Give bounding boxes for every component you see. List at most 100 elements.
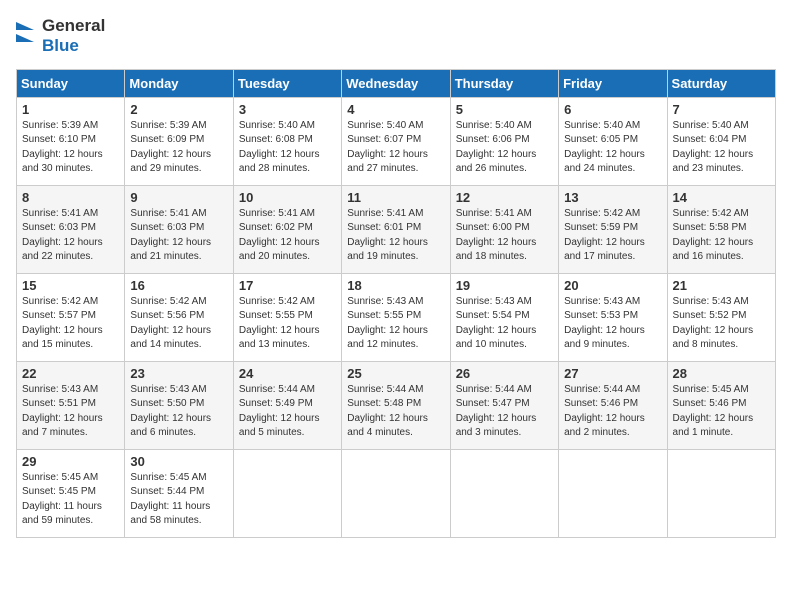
column-header-tuesday: Tuesday	[233, 69, 341, 97]
page-header: General Blue	[16, 16, 776, 57]
day-detail: Sunrise: 5:45 AM Sunset: 5:46 PM Dayligh…	[673, 383, 770, 441]
calendar-cell: 13Sunrise: 5:42 AM Sunset: 5:59 PM Dayli…	[559, 185, 667, 273]
calendar-cell: 1 Sunrise: 5:39 AM Sunset: 6:10 PM Daylig…	[17, 97, 125, 185]
day-number: 5	[456, 102, 553, 117]
logo-arrow-icon	[16, 22, 34, 50]
day-detail: Sunrise: 5:41 AM Sunset: 6:00 PM Dayligh…	[456, 207, 553, 265]
day-detail: Sunrise: 5:45 AM Sunset: 5:45 PM Dayligh…	[22, 471, 119, 529]
day-number: 4	[347, 102, 444, 117]
calendar-cell: 2 Sunrise: 5:39 AM Sunset: 6:09 PM Daylig…	[125, 97, 233, 185]
logo-blue-text: Blue	[42, 36, 105, 56]
day-detail: Sunrise: 5:43 AM Sunset: 5:51 PM Dayligh…	[22, 383, 119, 441]
day-number: 14	[673, 190, 770, 205]
day-detail: Sunrise: 5:40 AM Sunset: 6:08 PM Dayligh…	[239, 119, 336, 177]
day-number: 17	[239, 278, 336, 293]
day-detail: Sunrise: 5:40 AM Sunset: 6:07 PM Dayligh…	[347, 119, 444, 177]
calendar-cell: 4 Sunrise: 5:40 AM Sunset: 6:07 PM Daylig…	[342, 97, 450, 185]
day-number: 3	[239, 102, 336, 117]
calendar-week-row: 15 Sunrise: 5:42 AM Sunset: 5:57 PM Dayli…	[17, 273, 776, 361]
calendar-cell: 8 Sunrise: 5:41 AM Sunset: 6:03 PM Daylig…	[17, 185, 125, 273]
calendar-cell	[233, 449, 341, 537]
calendar-cell: 18 Sunrise: 5:43 AM Sunset: 5:55 PM Dayli…	[342, 273, 450, 361]
day-detail: Sunrise: 5:43 AM Sunset: 5:55 PM Dayligh…	[347, 295, 444, 353]
day-number: 7	[673, 102, 770, 117]
day-number: 11	[347, 190, 444, 205]
calendar-cell	[450, 449, 558, 537]
day-number: 8	[22, 190, 119, 205]
day-detail: Sunrise: 5:44 AM Sunset: 5:46 PM Dayligh…	[564, 383, 661, 441]
day-detail: Sunrise: 5:44 AM Sunset: 5:48 PM Dayligh…	[347, 383, 444, 441]
logo: General Blue	[16, 16, 105, 57]
calendar-week-row: 22 Sunrise: 5:43 AM Sunset: 5:51 PM Dayli…	[17, 361, 776, 449]
calendar-cell: 9 Sunrise: 5:41 AM Sunset: 6:03 PM Daylig…	[125, 185, 233, 273]
calendar-cell: 26 Sunrise: 5:44 AM Sunset: 5:47 PM Dayli…	[450, 361, 558, 449]
day-number: 1	[22, 102, 119, 117]
day-detail: Sunrise: 5:43 AM Sunset: 5:52 PM Dayligh…	[673, 295, 770, 353]
calendar-table: SundayMondayTuesdayWednesdayThursdayFrid…	[16, 69, 776, 538]
calendar-cell	[667, 449, 775, 537]
day-number: 19	[456, 278, 553, 293]
day-number: 27	[564, 366, 661, 381]
day-detail: Sunrise: 5:43 AM Sunset: 5:54 PM Dayligh…	[456, 295, 553, 353]
day-detail: Sunrise: 5:41 AM Sunset: 6:03 PM Dayligh…	[130, 207, 227, 265]
calendar-cell: 19 Sunrise: 5:43 AM Sunset: 5:54 PM Dayli…	[450, 273, 558, 361]
column-header-saturday: Saturday	[667, 69, 775, 97]
day-number: 12	[456, 190, 553, 205]
day-number: 22	[22, 366, 119, 381]
day-number: 10	[239, 190, 336, 205]
calendar-cell: 24 Sunrise: 5:44 AM Sunset: 5:49 PM Dayli…	[233, 361, 341, 449]
day-detail: Sunrise: 5:43 AM Sunset: 5:50 PM Dayligh…	[130, 383, 227, 441]
day-detail: Sunrise: 5:44 AM Sunset: 5:47 PM Dayligh…	[456, 383, 553, 441]
day-number: 26	[456, 366, 553, 381]
day-number: 25	[347, 366, 444, 381]
calendar-cell: 27 Sunrise: 5:44 AM Sunset: 5:46 PM Dayli…	[559, 361, 667, 449]
calendar-cell: 21 Sunrise: 5:43 AM Sunset: 5:52 PM Dayli…	[667, 273, 775, 361]
calendar-cell	[559, 449, 667, 537]
day-number: 23	[130, 366, 227, 381]
calendar-cell: 7 Sunrise: 5:40 AM Sunset: 6:04 PM Daylig…	[667, 97, 775, 185]
day-detail: Sunrise: 5:42 AM Sunset: 5:57 PM Dayligh…	[22, 295, 119, 353]
day-detail: Sunrise: 5:40 AM Sunset: 6:04 PM Dayligh…	[673, 119, 770, 177]
calendar-cell: 25 Sunrise: 5:44 AM Sunset: 5:48 PM Dayli…	[342, 361, 450, 449]
day-number: 29	[22, 454, 119, 469]
day-number: 21	[673, 278, 770, 293]
calendar-cell: 5 Sunrise: 5:40 AM Sunset: 6:06 PM Daylig…	[450, 97, 558, 185]
column-header-monday: Monday	[125, 69, 233, 97]
day-detail: Sunrise: 5:41 AM Sunset: 6:02 PM Dayligh…	[239, 207, 336, 265]
calendar-header-row: SundayMondayTuesdayWednesdayThursdayFrid…	[17, 69, 776, 97]
day-detail: Sunrise: 5:42 AM Sunset: 5:55 PM Dayligh…	[239, 295, 336, 353]
day-detail: Sunrise: 5:42 AM Sunset: 5:56 PM Dayligh…	[130, 295, 227, 353]
day-number: 6	[564, 102, 661, 117]
day-detail: Sunrise: 5:40 AM Sunset: 6:05 PM Dayligh…	[564, 119, 661, 177]
logo-general-text: General	[42, 16, 105, 36]
day-number: 28	[673, 366, 770, 381]
calendar-cell: 11Sunrise: 5:41 AM Sunset: 6:01 PM Dayli…	[342, 185, 450, 273]
calendar-cell: 12 Sunrise: 5:41 AM Sunset: 6:00 PM Dayli…	[450, 185, 558, 273]
calendar-cell: 30 Sunrise: 5:45 AM Sunset: 5:44 PM Dayli…	[125, 449, 233, 537]
day-detail: Sunrise: 5:45 AM Sunset: 5:44 PM Dayligh…	[130, 471, 227, 529]
day-detail: Sunrise: 5:41 AM Sunset: 6:03 PM Dayligh…	[22, 207, 119, 265]
day-detail: Sunrise: 5:40 AM Sunset: 6:06 PM Dayligh…	[456, 119, 553, 177]
column-header-sunday: Sunday	[17, 69, 125, 97]
day-number: 30	[130, 454, 227, 469]
day-number: 2	[130, 102, 227, 117]
calendar-week-row: 1 Sunrise: 5:39 AM Sunset: 6:10 PM Daylig…	[17, 97, 776, 185]
calendar-cell	[342, 449, 450, 537]
calendar-cell: 10 Sunrise: 5:41 AM Sunset: 6:02 PM Dayli…	[233, 185, 341, 273]
calendar-cell: 20Sunrise: 5:43 AM Sunset: 5:53 PM Dayli…	[559, 273, 667, 361]
day-number: 24	[239, 366, 336, 381]
day-number: 9	[130, 190, 227, 205]
calendar-cell: 6 Sunrise: 5:40 AM Sunset: 6:05 PM Daylig…	[559, 97, 667, 185]
day-detail: Sunrise: 5:39 AM Sunset: 6:10 PM Dayligh…	[22, 119, 119, 177]
calendar-week-row: 8 Sunrise: 5:41 AM Sunset: 6:03 PM Daylig…	[17, 185, 776, 273]
calendar-week-row: 29 Sunrise: 5:45 AM Sunset: 5:45 PM Dayli…	[17, 449, 776, 537]
calendar-cell: 29 Sunrise: 5:45 AM Sunset: 5:45 PM Dayli…	[17, 449, 125, 537]
day-detail: Sunrise: 5:43 AM Sunset: 5:53 PM Dayligh…	[564, 295, 661, 353]
day-detail: Sunrise: 5:44 AM Sunset: 5:49 PM Dayligh…	[239, 383, 336, 441]
day-detail: Sunrise: 5:39 AM Sunset: 6:09 PM Dayligh…	[130, 119, 227, 177]
calendar-cell: 3 Sunrise: 5:40 AM Sunset: 6:08 PM Daylig…	[233, 97, 341, 185]
day-number: 18	[347, 278, 444, 293]
day-detail: Sunrise: 5:42 AM Sunset: 5:58 PM Dayligh…	[673, 207, 770, 265]
day-number: 15	[22, 278, 119, 293]
column-header-thursday: Thursday	[450, 69, 558, 97]
